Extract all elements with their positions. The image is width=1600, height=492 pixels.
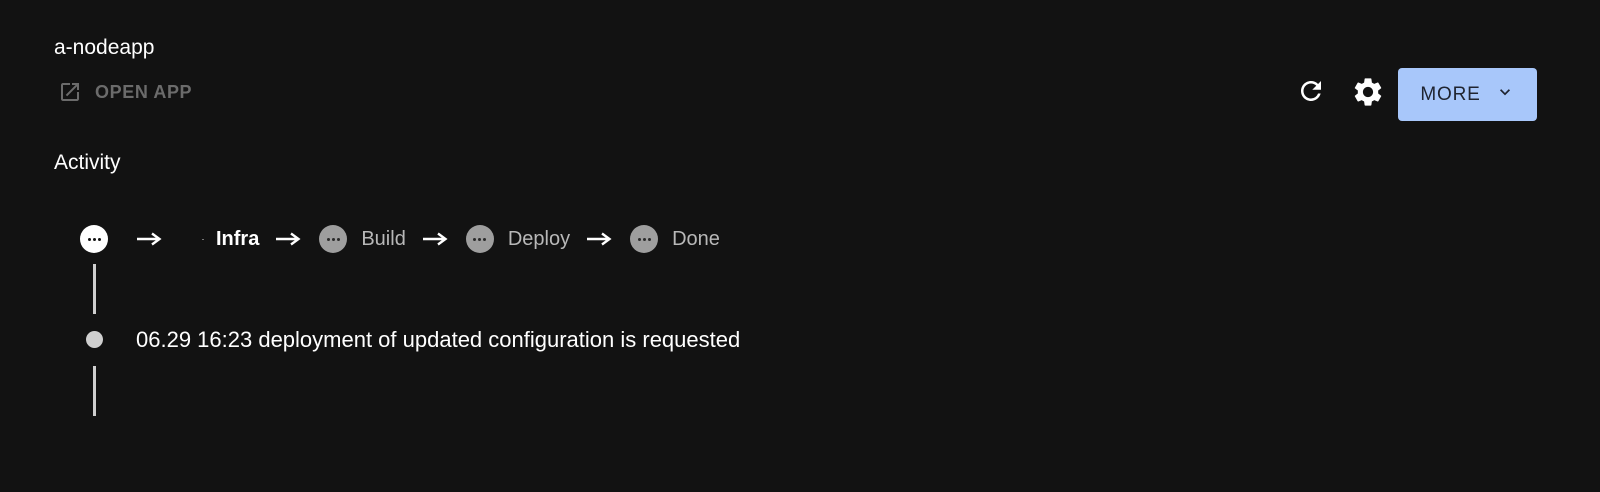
activity-event-text: 06.29 16:23 deployment of updated config… xyxy=(136,327,741,352)
arrow-right-icon xyxy=(422,232,448,246)
more-button[interactable]: MORE xyxy=(1398,68,1537,121)
open-in-new-icon xyxy=(58,80,82,104)
arrow-right-icon xyxy=(587,232,612,246)
step-infra-marker xyxy=(202,238,204,240)
step-done-label: Done xyxy=(672,227,720,250)
step-deploy-label: Deploy xyxy=(507,227,571,250)
step-build-pending-icon xyxy=(319,225,348,253)
gear-icon xyxy=(1351,75,1385,114)
timeline-connector xyxy=(93,264,96,314)
step-done-pending-icon xyxy=(630,225,659,253)
refresh-button[interactable] xyxy=(1294,76,1328,110)
timeline-dot xyxy=(86,331,103,348)
activity-title: Activity xyxy=(54,151,121,174)
open-app-button[interactable]: OPEN APP xyxy=(58,76,192,108)
open-app-label: OPEN APP xyxy=(95,81,193,102)
app-title: a-nodeapp xyxy=(54,36,155,59)
arrow-right-icon xyxy=(276,232,301,246)
arrow-right-icon xyxy=(137,232,162,246)
timeline-connector xyxy=(93,366,96,416)
step-deploy-pending-icon xyxy=(465,225,494,253)
pipeline-stepper: Infra Build Deploy Done xyxy=(80,224,720,254)
step-build-label: Build xyxy=(361,227,406,250)
chevron-down-icon xyxy=(1495,82,1515,108)
more-label: MORE xyxy=(1420,83,1481,105)
step-start-active-icon xyxy=(80,225,108,253)
refresh-icon xyxy=(1296,76,1326,111)
settings-button[interactable] xyxy=(1350,76,1386,112)
step-infra-label: Infra xyxy=(216,227,260,250)
